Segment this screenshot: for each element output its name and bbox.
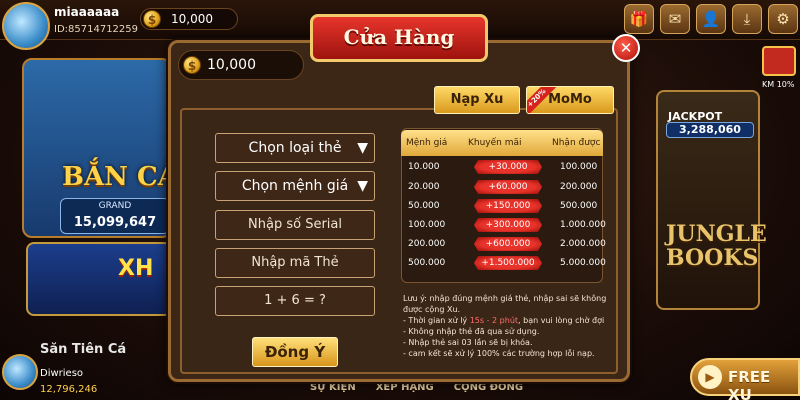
coin-icon: $ (183, 56, 201, 74)
cell-khuyen-mai: +300.000 (474, 218, 542, 232)
note-line: - Không nhập thẻ đã qua sử dụng. (403, 327, 540, 336)
tab-momo[interactable]: +20% MoMo (526, 86, 614, 114)
top-icon-bar: 🎁 ✉ 👤 ⤓ ⚙ (624, 4, 798, 34)
bottom-player-avatar (2, 354, 38, 390)
table-row: 500.000 +1.500.000 5.000.000 (408, 253, 606, 273)
free-xu-label: FREE XU (728, 368, 771, 400)
header-menh-gia: Mệnh giá (406, 138, 448, 148)
promo-gift-icon[interactable] (762, 46, 796, 76)
promo-label: KM 10% (762, 80, 795, 89)
dropdown-arrow-icon: ▼ (357, 140, 368, 156)
cell-nhan-duoc: 2.000.000 (560, 239, 606, 249)
cell-khuyen-mai: +60.000 (474, 180, 542, 194)
game-title-jungle: JUNGLE BOOKS (666, 221, 767, 271)
table-row: 100.000 +300.000 1.000.000 (408, 215, 606, 235)
note-text: - Thời gian xử lý (403, 316, 470, 325)
cell-menh-gia: 50.000 (408, 201, 440, 211)
section-title: Săn Tiên Cá (40, 342, 127, 357)
gear-icon[interactable]: ⚙ (768, 4, 798, 34)
shop-balance: $ 10,000 (178, 50, 304, 80)
tab-nap-xu[interactable]: Nạp Xu (434, 86, 520, 114)
note-highlight: 15s - 2 phút (469, 316, 519, 325)
note-line: Lưu ý: nhập đúng mệnh giá thẻ, nhập sai … (403, 294, 607, 314)
shop-title: Cửa Hàng (310, 14, 488, 62)
cell-menh-gia: 200.000 (408, 239, 446, 249)
cell-nhan-duoc: 100.000 (560, 162, 598, 172)
grand-label: GRAND (98, 201, 132, 211)
cell-nhan-duoc: 500.000 (560, 201, 598, 211)
note-line: - Thời gian xử lý 15s - 2 phút, bạn vui … (403, 315, 613, 326)
nav-xep-hang[interactable]: XẾP HẠNG (376, 382, 434, 393)
bottom-nav: SỰ KIỆN XẾP HẠNG CỘNG ĐỒNG (310, 382, 523, 393)
top-coin-value: 10,000 (171, 12, 213, 26)
cell-khuyen-mai: +150.000 (474, 199, 542, 213)
note-text: , bạn vui lòng chờ đợi (518, 316, 605, 325)
player-name: miaaaaaa (54, 5, 120, 19)
cell-nhan-duoc: 1.000.000 (560, 220, 606, 230)
note-line: - cam kết sẽ xử lý 100% các trường hợp l… (403, 349, 595, 358)
table-row: 200.000 +600.000 2.000.000 (408, 234, 606, 254)
player-avatar[interactable] (2, 2, 50, 50)
cell-khuyen-mai: +600.000 (474, 237, 542, 251)
play-icon: ▶ (698, 365, 722, 389)
player-id: ID:85714712259 (54, 24, 139, 35)
confirm-button[interactable]: Đồng Ý (252, 337, 338, 367)
card-type-select[interactable]: Chọn loại thẻ ▼ (215, 133, 375, 163)
cell-menh-gia: 100.000 (408, 220, 446, 230)
captcha-input[interactable]: 1 + 6 = ? (215, 286, 375, 316)
dropdown-arrow-icon: ▼ (357, 178, 368, 194)
nav-cong-dong[interactable]: CỘNG ĐỒNG (454, 382, 523, 393)
download-icon[interactable]: ⤓ (732, 4, 762, 34)
grand-value: 15,099,647 (73, 215, 157, 230)
notes: Lưu ý: nhập đúng mệnh giá thẻ, nhập sai … (403, 293, 613, 359)
denomination-label: Chọn mệnh giá (241, 178, 349, 194)
free-xu-button[interactable]: ▶ FREE XU (690, 358, 800, 400)
table-row: 10.000 +30.000 100.000 (408, 157, 602, 177)
jackpot-value: 3,288,060 (666, 122, 754, 138)
game-title-slot: XH (118, 256, 154, 281)
cell-menh-gia: 500.000 (408, 258, 446, 268)
profile-icon[interactable]: 👤 (696, 4, 726, 34)
coin-icon: $ (143, 10, 161, 28)
serial-input[interactable]: Nhập số Serial (215, 210, 375, 240)
cell-menh-gia: 20.000 (408, 182, 440, 192)
table-row: 50.000 +150.000 500.000 (408, 196, 602, 216)
top-coin-balance: $ 10,000 (140, 8, 238, 30)
cell-khuyen-mai: +30.000 (474, 160, 542, 174)
bottom-player-score: 12,796,246 (40, 384, 98, 395)
grand-jackpot: GRAND 15,099,647 (60, 198, 170, 234)
gift-icon[interactable]: 🎁 (624, 4, 654, 34)
shop-balance-value: 10,000 (207, 57, 256, 73)
card-type-label: Chọn loại thẻ (248, 140, 342, 156)
cell-nhan-duoc: 200.000 (560, 182, 598, 192)
tab-momo-label: MoMo (548, 92, 592, 107)
mail-icon[interactable]: ✉ (660, 4, 690, 34)
cell-khuyen-mai: +1.500.000 (474, 256, 542, 270)
nav-su-kien[interactable]: SỰ KIỆN (310, 382, 356, 393)
cell-nhan-duoc: 5.000.000 (560, 258, 606, 268)
header-khuyen-mai: Khuyến mãi (468, 138, 522, 148)
game-title-banca: BẮN CÁ (62, 162, 178, 192)
cell-menh-gia: 10.000 (408, 162, 440, 172)
close-button[interactable]: ✕ (612, 34, 640, 62)
table-row: 20.000 +60.000 200.000 (408, 177, 602, 197)
card-code-input[interactable]: Nhập mã Thẻ (215, 248, 375, 278)
denomination-select[interactable]: Chọn mệnh giá ▼ (215, 171, 375, 201)
note-line: - Nhập thẻ sai 03 lần sẽ bị khóa. (403, 338, 533, 347)
header-nhan-duoc: Nhận được (552, 138, 601, 148)
bottom-player-name: Diwrieso (40, 368, 84, 379)
